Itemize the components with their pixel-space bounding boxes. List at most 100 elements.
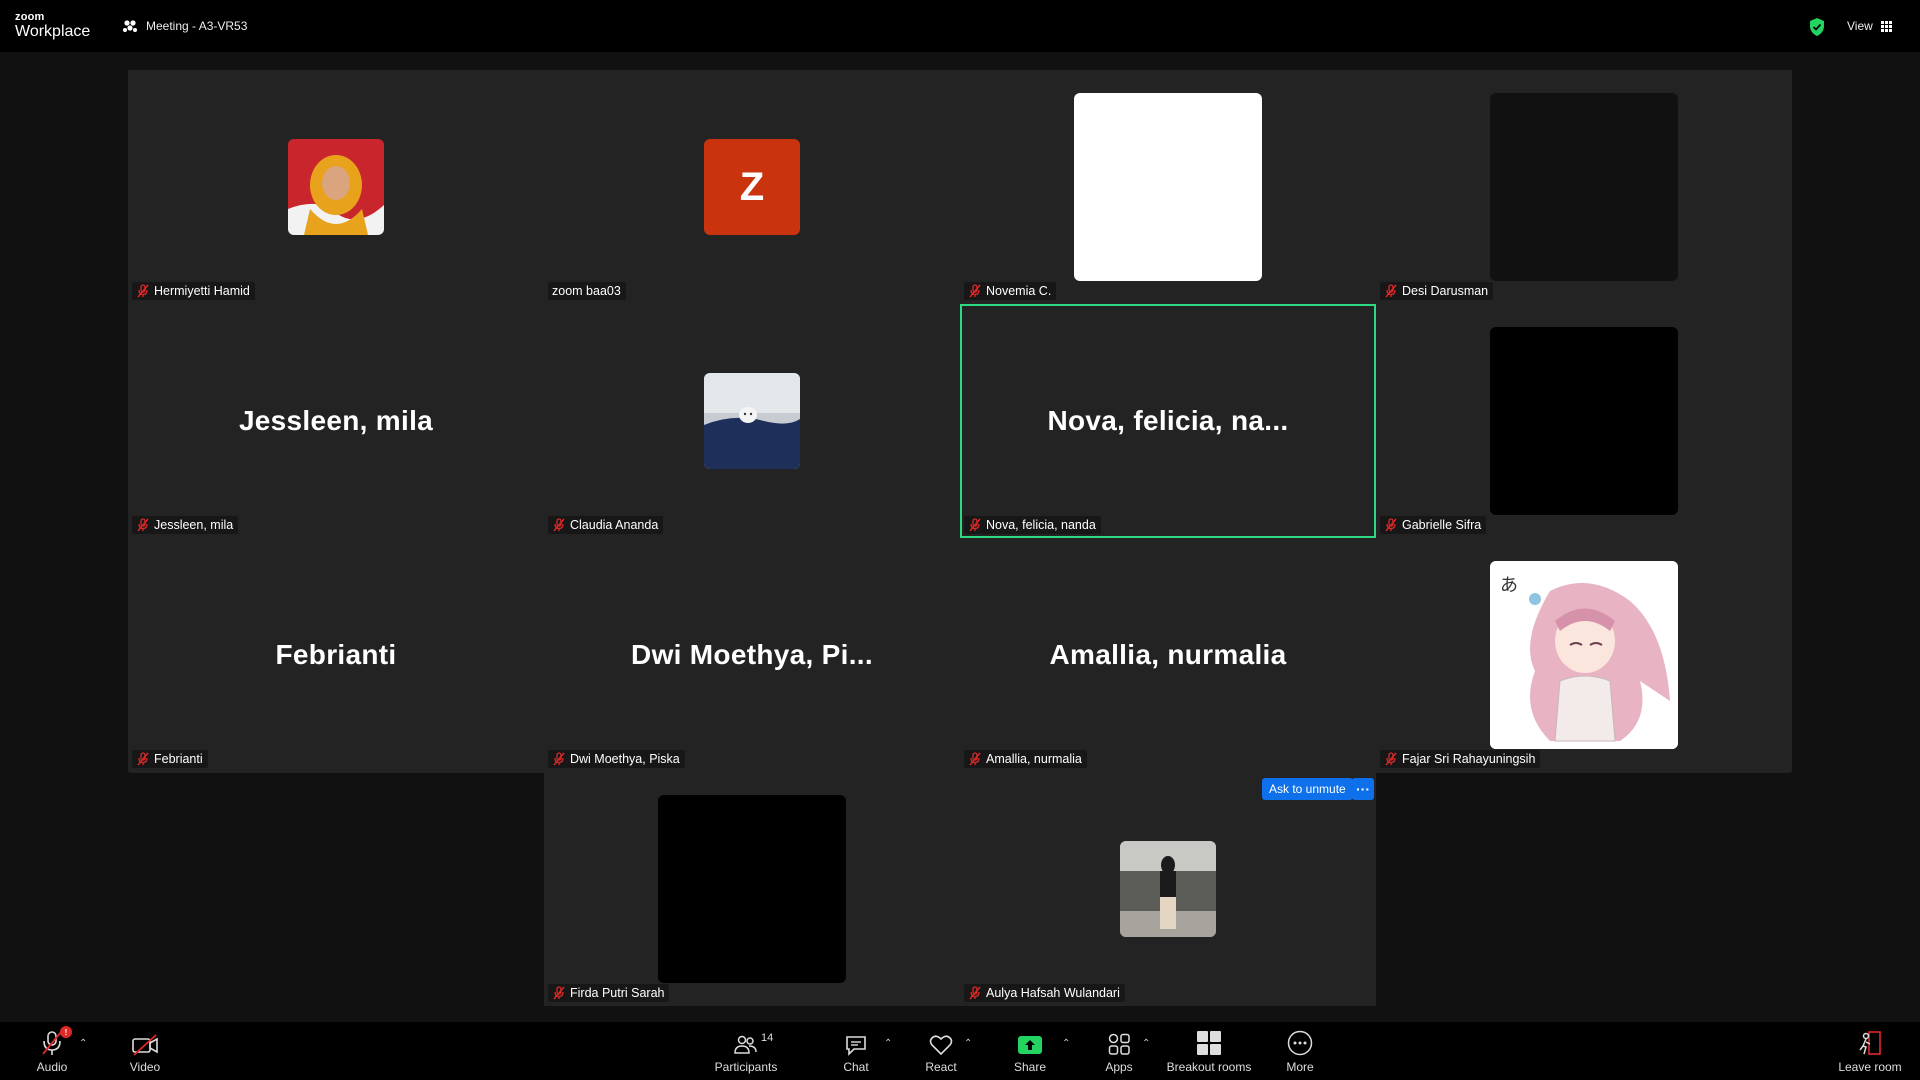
apps-button[interactable]: Apps [1098,1022,1140,1080]
participant-name: zoom baa03 [552,284,621,298]
react-label: React [925,1060,957,1074]
meeting-title: Meeting - A3-VR53 [146,19,248,33]
heart-icon [929,1035,953,1056]
chat-button[interactable]: Chat [836,1022,876,1080]
participant-tile[interactable]: Gabrielle Sifra [1376,304,1792,538]
participant-name: Claudia Ananda [570,518,659,532]
participant-tile[interactable]: Febrianti Febrianti [128,538,544,772]
participant-name: Amallia, nurmalia [986,752,1082,766]
participant-tile[interactable]: Novemia C. [960,70,1376,304]
muted-mic-icon [969,986,981,1000]
participant-name: Fajar Sri Rahayuningsih [1402,752,1536,766]
leave-room-label: Leave room [1838,1060,1902,1074]
participant-name-tag: zoom baa03 [548,282,626,300]
avatar-letter: Z [739,164,765,209]
participant-avatar: Z [704,139,800,235]
more-label: More [1286,1060,1314,1074]
more-icon [1287,1030,1313,1056]
video-off-icon [132,1034,158,1056]
participant-name-tag: Novemia C. [964,282,1057,300]
participant-name-tag: Firda Putri Sarah [548,984,670,1002]
grid-icon [1880,20,1892,32]
muted-mic-icon [1385,284,1397,298]
breakout-rooms-label: Breakout rooms [1166,1060,1252,1074]
react-options-caret-icon[interactable]: ⌃ [964,1038,972,1049]
share-options-caret-icon[interactable]: ⌃ [1062,1038,1070,1049]
share-label: Share [1013,1060,1047,1074]
muted-mic-icon [969,752,981,766]
participant-display-name: Febrianti [275,639,397,670]
meeting-icon [123,20,137,32]
participant-display-name: Amallia, nurmalia [1049,639,1287,670]
participant-name: Novemia C. [986,284,1052,298]
participant-name: Gabrielle Sifra [1402,518,1482,532]
participant-name: Dwi Moethya, Piska [570,752,680,766]
participant-avatar [288,139,384,235]
participant-avatar [1120,841,1216,937]
participants-label: Participants [714,1060,778,1074]
top-bar: zoom Workplace Meeting - A3-VR53 View [0,0,1920,52]
share-button[interactable]: Share [1008,1022,1052,1080]
meeting-toolbar: ! Audio ⌃ Video 14 Participants Chat ⌃ R… [0,1022,1920,1080]
participant-tile[interactable]: あ Fajar Sri Rahayuningsih [1376,538,1792,772]
muted-mic-icon [553,518,565,532]
muted-mic-icon [1385,752,1397,766]
muted-mic-icon [553,752,565,766]
participant-name: Firda Putri Sarah [570,986,665,1000]
leave-room-icon [1859,1031,1881,1055]
participant-avatar [1074,93,1262,281]
apps-icon [1108,1033,1130,1055]
audio-button[interactable]: ! Audio [28,1022,76,1080]
participants-icon [734,1035,757,1054]
active-speaker-tile[interactable]: Nova, felicia, na... Nova, felicia, nand… [960,304,1376,538]
audio-options-caret-icon[interactable]: ⌃ [79,1038,87,1049]
chat-label: Chat [843,1060,869,1074]
participant-name-tag: Desi Darusman [1380,282,1494,300]
share-screen-icon [1018,1036,1042,1054]
participant-name: Febrianti [154,752,203,766]
chat-icon [846,1036,866,1056]
participant-tile[interactable]: Firda Putri Sarah [544,772,960,1006]
participant-name: Nova, felicia, nanda [986,518,1096,532]
muted-mic-icon [137,518,149,532]
participant-name-tag: Jessleen, mila [132,516,239,534]
participant-tile[interactable]: Amallia, nurmalia Amallia, nurmalia [960,538,1376,772]
participant-avatar [704,373,800,469]
breakout-rooms-button[interactable]: Breakout rooms [1164,1022,1254,1080]
leave-room-button[interactable]: Leave room [1834,1022,1906,1080]
muted-mic-icon [1385,518,1397,532]
participants-count: 14 [761,1032,774,1044]
video-button[interactable]: Video [120,1022,170,1080]
view-button[interactable]: View [1847,19,1892,33]
react-button[interactable]: React [920,1022,962,1080]
participant-name-tag: Febrianti [132,750,208,768]
muted-mic-icon [137,284,149,298]
participant-tile[interactable]: Dwi Moethya, Pi... Dwi Moethya, Piska [544,538,960,772]
participant-tile[interactable]: Aulya Hafsah Wulandari [960,772,1376,1006]
participant-name: Desi Darusman [1402,284,1489,298]
participant-name: Hermiyetti Hamid [154,284,250,298]
participants-button[interactable]: 14 Participants [710,1022,782,1080]
participant-tile[interactable]: Jessleen, mila Jessleen, mila [128,304,544,538]
participant-tile[interactable]: Hermiyetti Hamid [128,70,544,304]
participant-display-name: Jessleen, mila [238,405,434,436]
tile-more-options-button[interactable]: ··· [1352,778,1374,800]
zoom-workplace-logo: zoom Workplace [15,12,90,40]
logo-big-text: Workplace [15,23,91,40]
muted-mic-icon [137,752,149,766]
meeting-info-button[interactable]: Meeting - A3-VR53 [122,19,247,33]
participant-tile[interactable]: Z zoom baa03 [544,70,960,304]
ask-to-unmute-button[interactable]: Ask to unmute [1262,778,1353,800]
participant-tile[interactable]: Claudia Ananda [544,304,960,538]
ellipsis-icon: ··· [1356,781,1370,797]
participant-tile[interactable]: Desi Darusman [1376,70,1792,304]
security-shield-icon[interactable] [1809,18,1825,41]
breakout-rooms-icon [1197,1031,1221,1055]
chat-options-caret-icon[interactable]: ⌃ [884,1038,892,1049]
participant-name-tag: Nova, felicia, nanda [964,516,1101,534]
participant-display-name: Nova, felicia, na... [1047,405,1289,436]
video-label: Video [129,1060,161,1074]
apps-options-caret-icon[interactable]: ⌃ [1142,1038,1150,1049]
more-button[interactable]: More [1280,1022,1320,1080]
audio-warning-badge: ! [60,1026,72,1038]
